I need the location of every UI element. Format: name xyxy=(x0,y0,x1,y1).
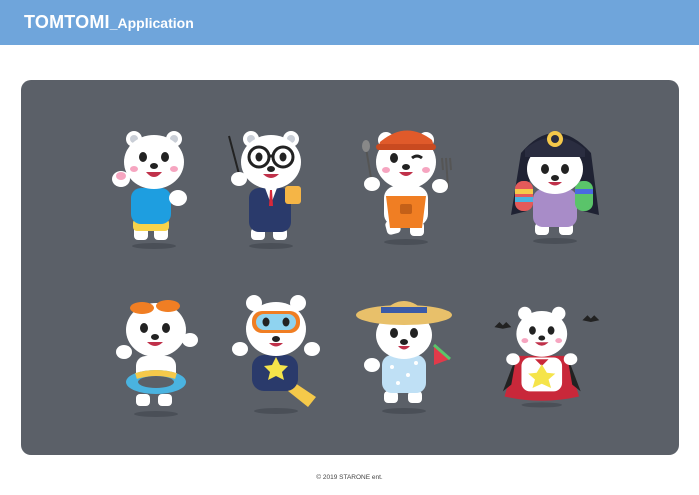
bear-chef-icon xyxy=(362,130,452,245)
bear-swim-ring-icon xyxy=(116,300,198,417)
title-sub: _Application xyxy=(109,15,194,31)
bear-traditional-icon xyxy=(511,131,599,244)
bear-straw-hat-icon xyxy=(356,301,452,414)
character-panel xyxy=(21,80,679,455)
bear-snorkel-icon xyxy=(232,295,320,414)
bear-basic-icon xyxy=(112,131,187,249)
copyright-footer: © 2019 STARONE ent. xyxy=(316,474,383,481)
page-title: TOMTOMI_Application xyxy=(24,12,194,33)
bear-vampire-icon xyxy=(494,306,600,408)
bear-teacher-icon xyxy=(228,131,301,249)
header-bar: TOMTOMI_Application xyxy=(0,0,699,45)
title-main: TOMTOMI xyxy=(24,12,110,32)
